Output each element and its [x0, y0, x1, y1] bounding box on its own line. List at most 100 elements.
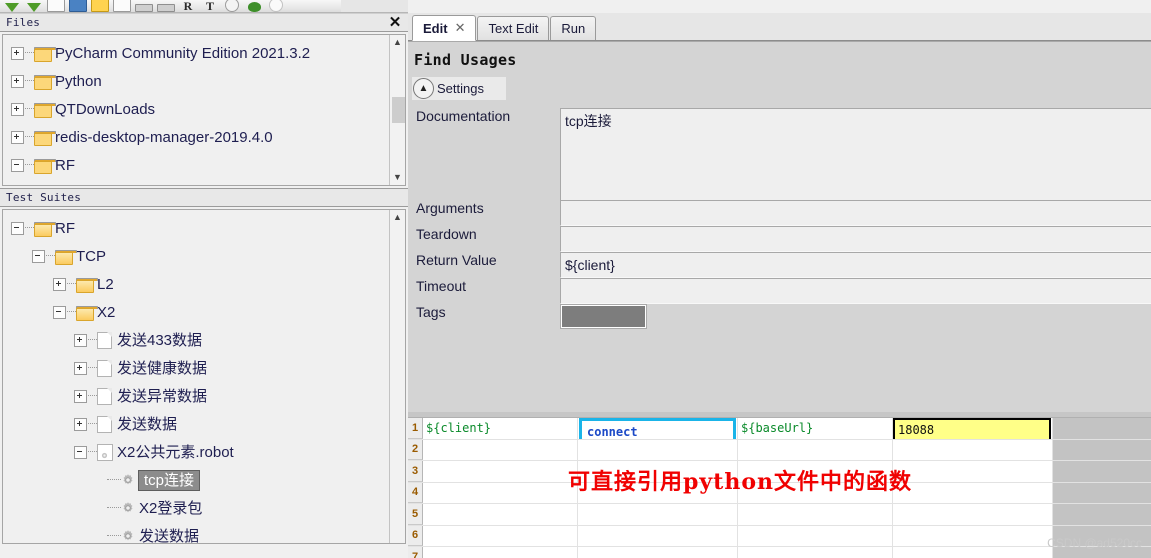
tree-expander-plus[interactable] — [11, 74, 24, 88]
tree-item[interactable]: 发送健康数据 — [3, 354, 388, 382]
keyboard-icon[interactable] — [134, 0, 154, 12]
tree-expander-plus[interactable] — [11, 102, 24, 116]
grid-cell[interactable] — [578, 439, 738, 460]
tree-item[interactable]: RF — [3, 214, 388, 242]
grid-cell[interactable] — [578, 547, 738, 558]
tree-item[interactable]: X2公共元素.robot — [3, 438, 388, 466]
tree-expander-minus[interactable] — [11, 221, 24, 235]
tree-item[interactable]: X2 — [3, 298, 388, 326]
tree-item[interactable]: redis-desktop-manager-2019.4.0 — [3, 123, 388, 151]
clock-icon[interactable] — [222, 0, 242, 12]
tree-expander-plus[interactable] — [53, 277, 66, 291]
grid-cell[interactable] — [423, 525, 578, 546]
close-icon[interactable]: ✕ — [455, 20, 466, 36]
tab-edit[interactable]: Edit ✕ — [412, 15, 477, 41]
grid-cell[interactable] — [738, 525, 893, 546]
new-file-icon[interactable] — [46, 0, 66, 12]
tree-expander-plus[interactable] — [74, 333, 87, 347]
tree-expander-minus[interactable] — [74, 445, 87, 459]
tree-expander-plus[interactable] — [11, 130, 24, 144]
tag-icon[interactable] — [156, 0, 176, 12]
blank-page-icon[interactable] — [112, 0, 132, 12]
tree-expander-minus[interactable] — [11, 158, 24, 172]
forward-arrow-icon[interactable] — [24, 0, 44, 12]
suites-scrollbar[interactable]: ▲ — [389, 210, 405, 543]
grid-cell[interactable] — [738, 439, 893, 460]
editing-cell[interactable]: 18088 — [893, 418, 1051, 439]
tree-expander-plus[interactable] — [74, 361, 87, 375]
tree-expander-plus[interactable] — [11, 46, 24, 60]
tab-text-edit[interactable]: Text Edit — [477, 16, 550, 40]
tree-item[interactable]: X2登录包 — [3, 494, 388, 522]
grid-cell[interactable] — [738, 504, 893, 525]
grid-cell[interactable]: 18088 — [893, 418, 1053, 439]
tree-item[interactable]: 发送433数据 — [3, 326, 388, 354]
grid-cell[interactable] — [578, 504, 738, 525]
grid-cell[interactable] — [893, 439, 1053, 460]
tree-item[interactable]: Python — [3, 67, 388, 95]
tree-item-selected[interactable]: tcp连接 — [3, 466, 388, 494]
tree-connector — [107, 535, 121, 537]
arguments-control — [560, 200, 1151, 226]
grid-cell[interactable] — [893, 461, 1053, 482]
selected-cell[interactable]: connect — [579, 418, 736, 439]
grid-cell[interactable] — [423, 461, 578, 482]
grid-cell[interactable] — [1053, 418, 1151, 439]
letter-T-icon[interactable]: T — [200, 0, 220, 12]
grid-cell[interactable] — [423, 482, 578, 503]
tree-item[interactable]: RF — [3, 151, 388, 179]
return-value-input[interactable]: ${client} — [560, 252, 1151, 278]
grid-cell[interactable] — [893, 482, 1053, 503]
suites-tree[interactable]: RF TCP L2 X2 发送433数据 发送健康数据 发送异常数据 发送数据 X2公共元素.r… — [3, 210, 388, 543]
files-scrollbar[interactable]: ▲ ▼ — [389, 35, 405, 185]
tree-item[interactable]: TCP — [3, 179, 388, 185]
grid-cell[interactable]: ${baseUrl} — [738, 418, 893, 439]
bug-icon[interactable] — [244, 0, 264, 12]
teardown-input[interactable] — [560, 226, 1151, 252]
grid-cell[interactable] — [1053, 461, 1151, 482]
tree-item[interactable]: 发送异常数据 — [3, 382, 388, 410]
files-tree[interactable]: PyCharm Community Edition 2021.3.2 Python… — [3, 35, 388, 185]
documentation-textarea[interactable]: tcp连接 — [560, 108, 1151, 200]
scroll-down-icon[interactable]: ▼ — [390, 170, 405, 185]
scroll-up-icon[interactable]: ▲ — [390, 35, 405, 50]
grid-cell[interactable] — [423, 439, 578, 460]
settings-form: Documentation tcp连接 Arguments Teardown Retur… — [408, 108, 1151, 329]
tree-expander-plus[interactable] — [74, 389, 87, 403]
scroll-up-icon[interactable]: ▲ — [390, 210, 405, 225]
tree-item[interactable]: QTDownLoads — [3, 95, 388, 123]
tree-item[interactable]: 发送数据 — [3, 410, 388, 438]
tab-run[interactable]: Run — [550, 16, 597, 40]
close-icon[interactable]: ✕ — [388, 15, 402, 30]
grid-cell[interactable] — [423, 504, 578, 525]
tags-box[interactable] — [560, 304, 647, 329]
settings-toggle[interactable]: ▲ Settings — [412, 77, 506, 100]
grid-cell[interactable] — [578, 525, 738, 546]
files-scroll-thumb[interactable] — [392, 97, 405, 123]
circle-icon[interactable] — [266, 0, 286, 12]
grid-cell[interactable]: ${client} — [423, 418, 578, 439]
grid-cell[interactable]: connect — [578, 418, 738, 439]
grid-cell[interactable] — [1053, 439, 1151, 460]
tree-item[interactable]: TCP — [3, 242, 388, 270]
timeout-input[interactable] — [560, 278, 1151, 304]
grid-cell[interactable] — [738, 547, 893, 558]
tree-expander-minus[interactable] — [32, 249, 45, 263]
tree-item[interactable]: PyCharm Community Edition 2021.3.2 — [3, 39, 388, 67]
grid-cell[interactable] — [893, 547, 1053, 558]
tree-expander-minus[interactable] — [53, 305, 66, 319]
folder-icon[interactable] — [90, 0, 110, 12]
tree-expander-plus[interactable] — [74, 417, 87, 431]
grid-cell[interactable] — [423, 547, 578, 558]
chevron-up-icon[interactable]: ▲ — [413, 78, 434, 99]
open-folder-icon[interactable] — [68, 0, 88, 12]
grid-cell[interactable] — [1053, 482, 1151, 503]
grid-cell[interactable] — [893, 504, 1053, 525]
tree-item[interactable]: 发送数据 — [3, 522, 388, 543]
arguments-input[interactable] — [560, 200, 1151, 226]
tree-item[interactable]: L2 — [3, 270, 388, 298]
grid-cell[interactable] — [1053, 504, 1151, 525]
grid-cell[interactable] — [893, 525, 1053, 546]
letter-R-icon[interactable]: R — [178, 0, 198, 12]
back-arrow-icon[interactable] — [2, 0, 22, 12]
